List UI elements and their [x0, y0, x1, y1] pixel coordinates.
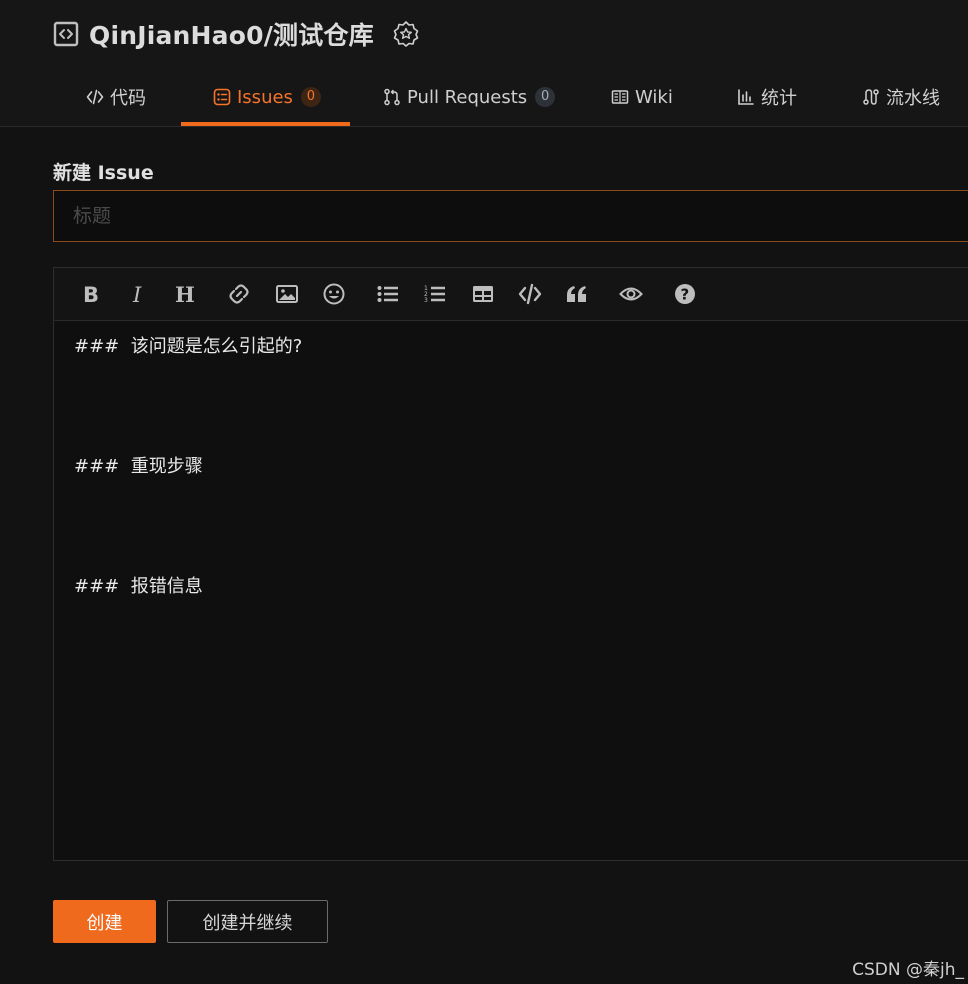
- preview-eye-icon: [619, 287, 643, 301]
- emoji-icon: [323, 283, 345, 305]
- svg-text:I: I: [132, 283, 142, 306]
- heading-icon: H: [175, 282, 195, 306]
- new-issue-heading: 新建 Issue: [53, 162, 154, 184]
- tab-stats[interactable]: 统计: [737, 70, 797, 124]
- quote-button[interactable]: [564, 281, 590, 307]
- tab-issues-label: Issues: [237, 86, 293, 108]
- italic-icon: I: [132, 283, 142, 306]
- italic-button[interactable]: I: [125, 281, 151, 307]
- ordered-list-icon: 1 2 3: [424, 285, 445, 304]
- link-button[interactable]: [226, 281, 252, 307]
- active-tab-indicator: [181, 122, 350, 126]
- unordered-list-button[interactable]: [375, 281, 401, 307]
- bold-icon: B: [83, 283, 99, 306]
- table-button[interactable]: [470, 281, 496, 307]
- issue-title-input[interactable]: [54, 191, 968, 241]
- page: QinJianHao0/测试仓库 代码 Issues 0 Pull Reques…: [0, 0, 968, 984]
- heading-button[interactable]: H: [172, 281, 198, 307]
- markdown-editor: B I H 1 2 3 ? ### 该问题是怎么引起的? ### 重现步骤 ##…: [53, 267, 968, 861]
- bar-chart-icon: [738, 89, 754, 105]
- editor-line: ### 报错信息: [74, 576, 203, 597]
- editor-textarea[interactable]: ### 该问题是怎么引起的? ### 重现步骤 ### 报错信息: [54, 321, 968, 613]
- link-icon: [229, 284, 249, 304]
- emoji-button[interactable]: [321, 281, 347, 307]
- repo-name-link[interactable]: QinJianHao0/测试仓库: [89, 16, 374, 52]
- tab-wiki[interactable]: Wiki: [611, 70, 673, 124]
- create-and-continue-button[interactable]: 创建并继续: [167, 900, 328, 943]
- editor-line: ### 该问题是怎么引起的?: [74, 336, 303, 357]
- ordered-list-button[interactable]: 1 2 3: [422, 281, 448, 307]
- issues-count-badge: 0: [300, 87, 321, 107]
- tab-pull-requests[interactable]: Pull Requests 0: [383, 70, 556, 124]
- code-icon: [86, 89, 104, 105]
- repo-code-icon: [53, 21, 79, 47]
- help-icon: ?: [675, 284, 695, 304]
- tab-pull-requests-label: Pull Requests: [407, 86, 528, 108]
- tab-issues[interactable]: Issues 0: [213, 70, 321, 124]
- unordered-list-icon: [377, 286, 398, 302]
- tab-code-label: 代码: [110, 88, 146, 109]
- pull-requests-count-badge: 0: [535, 87, 556, 107]
- preview-button[interactable]: [618, 281, 644, 307]
- create-button[interactable]: 创建: [53, 900, 156, 943]
- repo-header: QinJianHao0/测试仓库 代码 Issues 0 Pull Reques…: [0, 0, 968, 127]
- image-button[interactable]: [274, 281, 300, 307]
- pipeline-icon: [863, 89, 879, 105]
- editor-toolbar: B I H 1 2 3 ?: [54, 268, 968, 321]
- table-icon: [473, 286, 493, 302]
- issue-title-field: [53, 190, 968, 242]
- tab-pipeline-label: 流水线: [886, 88, 940, 109]
- code-block-button[interactable]: [517, 281, 543, 307]
- issues-icon: [213, 88, 231, 106]
- pull-request-icon: [384, 88, 400, 106]
- svg-text:3: 3: [424, 297, 428, 304]
- tab-pipeline[interactable]: 流水线: [862, 70, 940, 124]
- tab-stats-label: 统计: [761, 88, 797, 109]
- bold-button[interactable]: B: [78, 281, 104, 307]
- code-icon: [518, 283, 542, 305]
- svg-text:B: B: [83, 283, 99, 306]
- award-badge-icon[interactable]: [392, 20, 420, 48]
- repo-title: QinJianHao0/测试仓库: [53, 16, 420, 52]
- watermark-text: CSDN @秦jh_: [852, 960, 964, 980]
- tab-wiki-label: Wiki: [635, 86, 673, 108]
- quote-icon: [567, 286, 586, 302]
- svg-text:?: ?: [681, 286, 690, 304]
- image-icon: [276, 285, 298, 303]
- editor-line: ### 重现步骤: [74, 456, 203, 477]
- repo-tabs: 代码 Issues 0 Pull Requests 0 Wiki 统计 流水线: [0, 70, 968, 127]
- book-icon: [611, 90, 629, 104]
- help-button[interactable]: ?: [672, 281, 698, 307]
- tab-code[interactable]: 代码: [86, 70, 146, 124]
- svg-text:H: H: [175, 282, 195, 306]
